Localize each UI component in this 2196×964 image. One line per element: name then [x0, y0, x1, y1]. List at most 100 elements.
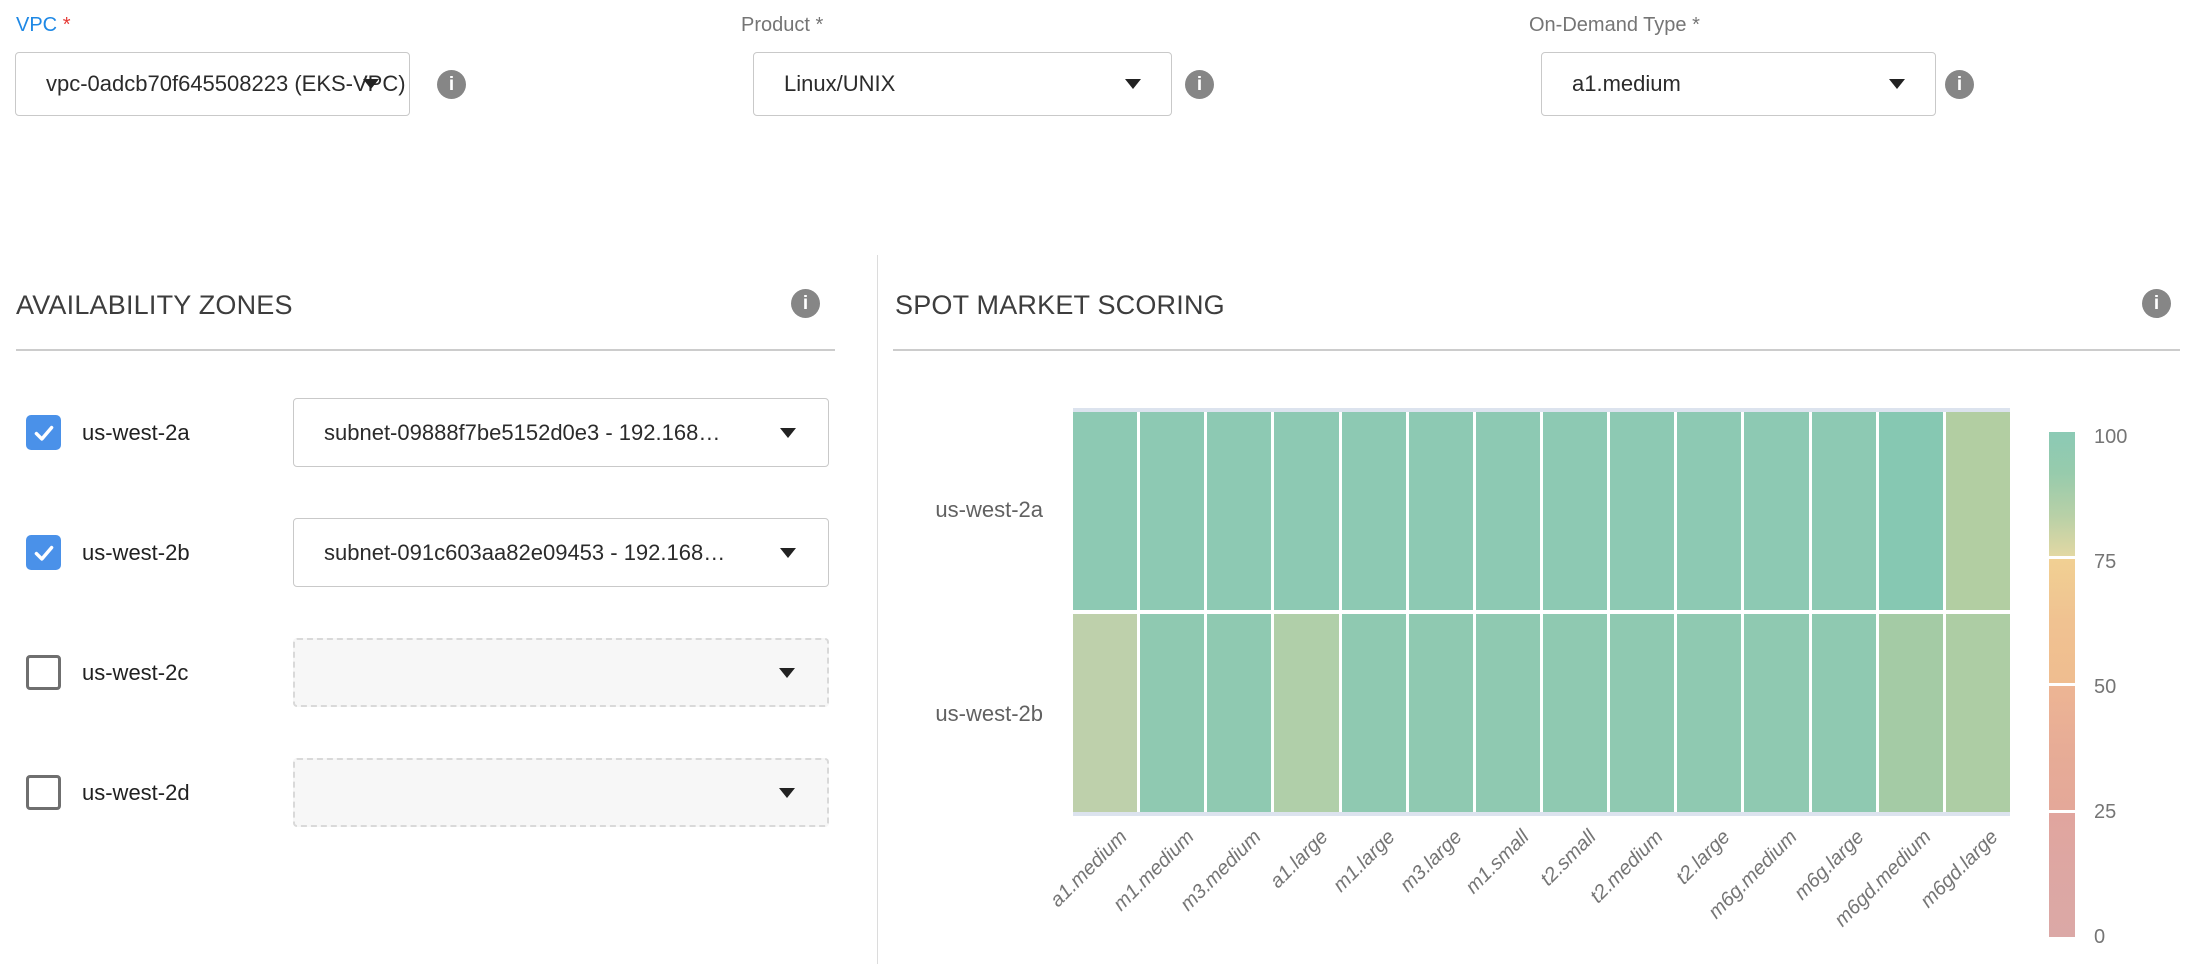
heatmap-cell[interactable] — [1879, 614, 1943, 812]
info-glyph: i — [1957, 74, 1962, 96]
spot-market-scoring-divider — [893, 349, 2180, 351]
x-axis-label: a1.medium — [904, 826, 1132, 964]
chevron-down-icon — [779, 668, 795, 678]
vpc-select-value: vpc-0adcb70f645508223 (EKS-VPC) — [16, 71, 406, 97]
info-glyph: i — [803, 293, 808, 315]
zone-checkbox[interactable] — [26, 775, 61, 810]
chevron-down-icon — [363, 79, 379, 89]
spot-market-heatmap — [1073, 408, 2010, 816]
vpc-label-text: VPC — [16, 14, 57, 36]
heatmap-cell[interactable] — [1207, 614, 1271, 812]
subnet-select[interactable] — [293, 638, 829, 707]
chevron-down-icon — [1125, 79, 1141, 89]
zone-label: us-west-2d — [82, 758, 190, 827]
availability-zone-row: us-west-2b subnet-091c603aa82e09453 - 19… — [0, 518, 877, 587]
availability-zones-info-icon[interactable]: i — [791, 289, 820, 318]
info-glyph: i — [449, 74, 454, 96]
y-axis-label: us-west-2a — [920, 497, 1043, 523]
subnet-select[interactable]: subnet-091c603aa82e09453 - 192.168… — [293, 518, 829, 587]
heatmap-cell[interactable] — [1543, 412, 1607, 610]
zone-label: us-west-2b — [82, 518, 190, 587]
colorbar-tick-label: 100 — [2094, 425, 2164, 449]
info-glyph: i — [1197, 74, 1202, 96]
spot-market-scoring-title: SPOT MARKET SCORING — [895, 290, 1225, 321]
heatmap-cell[interactable] — [1342, 412, 1406, 610]
on-demand-type-label: On-Demand Type * — [1529, 14, 1700, 37]
heatmap-cell[interactable] — [1677, 614, 1741, 812]
heatmap-cell[interactable] — [1140, 614, 1204, 812]
on-demand-type-required-asterisk: * — [1692, 14, 1700, 36]
availability-zone-row: us-west-2c — [0, 638, 877, 707]
chevron-down-icon — [780, 548, 796, 558]
product-select[interactable]: Linux/UNIX — [753, 52, 1172, 116]
zone-label: us-west-2c — [82, 638, 188, 707]
colorbar-segment — [2049, 813, 2075, 937]
product-label: Product * — [741, 14, 823, 37]
heatmap-cell[interactable] — [1476, 412, 1540, 610]
on-demand-type-label-text: On-Demand Type — [1529, 14, 1687, 36]
heatmap-cell[interactable] — [1409, 614, 1473, 812]
heatmap-cell[interactable] — [1274, 412, 1338, 610]
heatmap-cell[interactable] — [1543, 614, 1607, 812]
heatmap-cell[interactable] — [1946, 614, 2010, 812]
subnet-select-value: subnet-091c603aa82e09453 - 192.168… — [294, 540, 725, 566]
y-axis-label: us-west-2b — [920, 701, 1043, 727]
vpc-required-asterisk: * — [63, 14, 71, 36]
heatmap-cell[interactable] — [1677, 412, 1741, 610]
heatmap-grid — [1073, 412, 2010, 812]
colorbar-tick-label: 0 — [2094, 925, 2164, 949]
on-demand-type-select-value: a1.medium — [1542, 71, 1681, 97]
availability-zone-row: us-west-2a subnet-09888f7be5152d0e3 - 19… — [0, 398, 877, 467]
availability-zones-title: AVAILABILITY ZONES — [16, 290, 293, 321]
product-select-value: Linux/UNIX — [754, 71, 895, 97]
heatmap-cell[interactable] — [1476, 614, 1540, 812]
heatmap-cell[interactable] — [1342, 614, 1406, 812]
heatmap-cell[interactable] — [1073, 614, 1137, 812]
heatmap-cell[interactable] — [1274, 614, 1338, 812]
heatmap-bg-strip — [1073, 812, 2010, 816]
product-info-icon[interactable]: i — [1185, 70, 1214, 99]
zone-checkbox[interactable] — [26, 415, 61, 450]
colorbar — [2049, 432, 2075, 937]
chevron-down-icon — [780, 428, 796, 438]
availability-zone-row: us-west-2d — [0, 758, 877, 827]
heatmap-cell[interactable] — [1812, 412, 1876, 610]
zone-checkbox[interactable] — [26, 535, 61, 570]
zone-checkbox[interactable] — [26, 655, 61, 690]
on-demand-type-info-icon[interactable]: i — [1945, 70, 1974, 99]
product-label-text: Product — [741, 14, 810, 36]
spot-market-scoring-info-icon[interactable]: i — [2142, 289, 2171, 318]
colorbar-segment — [2049, 559, 2075, 683]
vpc-select[interactable]: vpc-0adcb70f645508223 (EKS-VPC) — [15, 52, 410, 116]
heatmap-cell[interactable] — [1744, 614, 1808, 812]
colorbar-segment — [2049, 686, 2075, 810]
chevron-down-icon — [1889, 79, 1905, 89]
heatmap-cell[interactable] — [1409, 412, 1473, 610]
heatmap-cell[interactable] — [1879, 412, 1943, 610]
heatmap-cell[interactable] — [1946, 412, 2010, 610]
section-divider — [877, 255, 878, 964]
heatmap-cell[interactable] — [1744, 412, 1808, 610]
colorbar-segment — [2049, 432, 2075, 556]
colorbar-tick-label: 25 — [2094, 800, 2164, 824]
heatmap-cell[interactable] — [1610, 412, 1674, 610]
colorbar-tick-label: 75 — [2094, 550, 2164, 574]
availability-zones-divider — [16, 349, 835, 351]
heatmap-cell[interactable] — [1140, 412, 1204, 610]
heatmap-cell[interactable] — [1073, 412, 1137, 610]
zone-label: us-west-2a — [82, 398, 190, 467]
spot-instance-config-screen: VPC * vpc-0adcb70f645508223 (EKS-VPC) i … — [0, 0, 2196, 964]
vpc-info-icon[interactable]: i — [437, 70, 466, 99]
subnet-select[interactable] — [293, 758, 829, 827]
checkmark-icon — [31, 420, 57, 446]
chevron-down-icon — [779, 788, 795, 798]
subnet-select-value: subnet-09888f7be5152d0e3 - 192.168… — [294, 420, 720, 446]
info-glyph: i — [2154, 293, 2159, 315]
vpc-label: VPC * — [16, 14, 70, 37]
heatmap-cell[interactable] — [1207, 412, 1271, 610]
colorbar-tick-label: 50 — [2094, 675, 2164, 699]
heatmap-cell[interactable] — [1610, 614, 1674, 812]
subnet-select[interactable]: subnet-09888f7be5152d0e3 - 192.168… — [293, 398, 829, 467]
on-demand-type-select[interactable]: a1.medium — [1541, 52, 1936, 116]
heatmap-cell[interactable] — [1812, 614, 1876, 812]
